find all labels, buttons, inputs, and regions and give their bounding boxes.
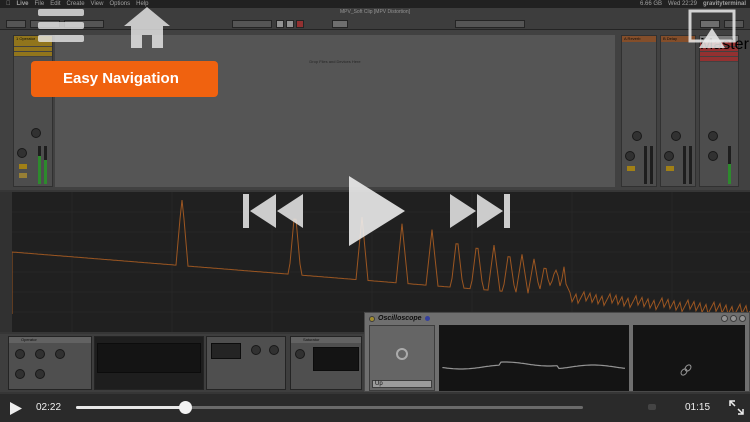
video-player-bar: 02:22 01:15: [0, 394, 750, 422]
airplay-icon[interactable]: [687, 8, 737, 52]
app-root:  Live File Edit Create View Options Hel…: [0, 0, 750, 422]
easy-navigation-badge[interactable]: Easy Navigation: [31, 61, 218, 97]
remaining-time: 01:15: [685, 402, 711, 413]
seek-thumb[interactable]: [179, 401, 192, 414]
fullscreen-toggle-icon[interactable]: [728, 399, 745, 416]
seek-progress: [76, 406, 185, 409]
rewind-icon[interactable]: [243, 190, 305, 232]
home-icon[interactable]: [121, 4, 173, 50]
play-icon[interactable]: [343, 172, 409, 250]
fast-forward-icon[interactable]: [448, 190, 510, 232]
menu-icon[interactable]: [38, 6, 84, 46]
play-small-icon[interactable]: [8, 401, 23, 416]
volume-icon[interactable]: [648, 404, 656, 410]
elapsed-time: 02:22: [36, 402, 62, 413]
seek-bar[interactable]: [76, 401, 583, 414]
